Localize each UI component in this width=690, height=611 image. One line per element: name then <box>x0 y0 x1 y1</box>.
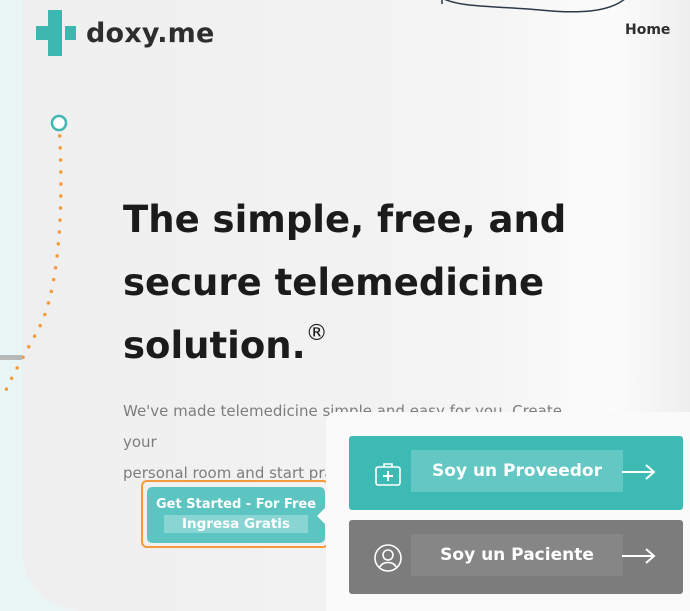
arrow-right-icon <box>622 548 656 564</box>
patient-label: Soy un Paciente <box>411 534 623 576</box>
path-start-circle <box>50 114 68 132</box>
patient-button[interactable]: Soy un Paciente <box>349 520 683 594</box>
cta-label-spanish: Ingresa Gratis <box>164 515 308 533</box>
cta-label-english: Get Started - For Free <box>155 497 317 512</box>
registered-mark: ® <box>305 321 328 346</box>
nav-home-link[interactable]: Home <box>625 22 670 38</box>
hero-line-3: solution. <box>123 324 306 367</box>
hero-headline: The simple, free, and secure telemedicin… <box>123 188 583 377</box>
logo-cross-icon <box>36 10 76 56</box>
brand-logo[interactable]: doxy.me <box>36 10 215 56</box>
provider-button[interactable]: Soy un Proveedor <box>349 436 683 510</box>
hero-line-2: secure telemedicine <box>123 261 545 304</box>
user-icon <box>374 544 402 572</box>
get-started-button[interactable]: Get Started - For Free Ingresa Gratis <box>147 487 325 543</box>
arrow-right-icon <box>622 464 656 480</box>
hero-line-1: The simple, free, and <box>123 198 567 241</box>
medical-bag-icon <box>375 463 401 486</box>
panel-pointer <box>317 507 326 525</box>
brand-name: doxy.me <box>86 17 215 49</box>
provider-label: Soy un Proveedor <box>411 450 623 492</box>
sketch-decoration <box>441 0 625 13</box>
role-selection-panel: Soy un Proveedor Soy un Paciente <box>317 412 690 611</box>
gray-line-decoration <box>0 355 22 360</box>
